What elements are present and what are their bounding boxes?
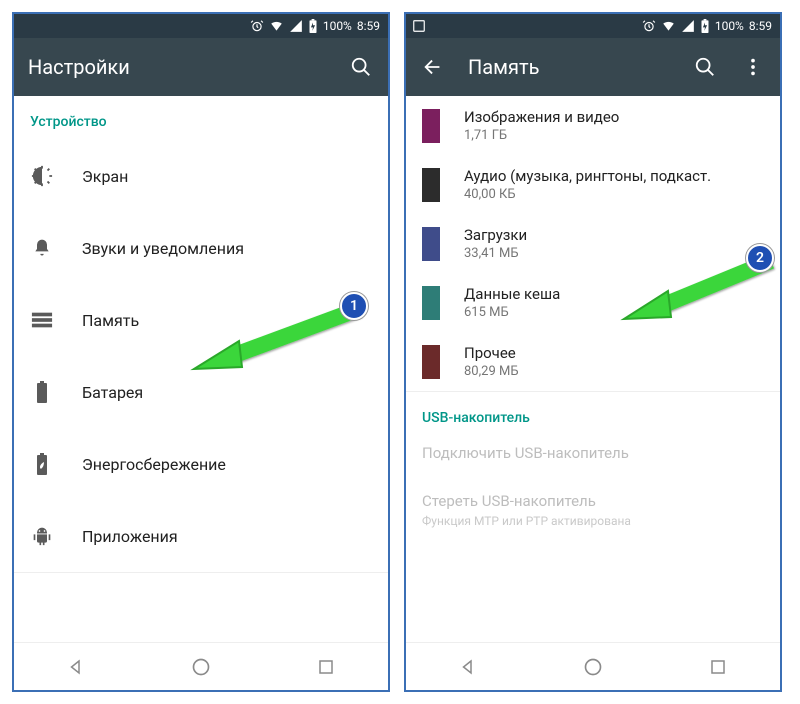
- row-storage[interactable]: Память: [14, 284, 388, 356]
- category-label: Данные кеша: [464, 285, 560, 303]
- row-power[interactable]: Энергосбережение: [14, 428, 388, 500]
- search-icon: [350, 56, 372, 78]
- category-label: Загрузки: [464, 226, 527, 244]
- signal-icon: [289, 19, 303, 33]
- nav-recent[interactable]: [707, 656, 729, 678]
- category-value: 1,71 ГБ: [464, 128, 619, 143]
- search-button[interactable]: [348, 54, 374, 80]
- status-bar: 100% 8:59: [406, 14, 780, 38]
- cat-audio[interactable]: Аудио (музыка, рингтоны, подкаст. 40,00 …: [406, 155, 780, 214]
- bell-icon: [30, 236, 54, 260]
- row-sound[interactable]: Звуки и уведомления: [14, 212, 388, 284]
- storage-list: Изображения и видео 1,71 ГБ Аудио (музык…: [406, 96, 780, 642]
- gallery-indicator-icon: [412, 19, 426, 33]
- nav-bar: [14, 642, 388, 690]
- nav-home[interactable]: [190, 656, 212, 678]
- page-title: Настройки: [28, 55, 326, 79]
- cat-images[interactable]: Изображения и видео 1,71 ГБ: [406, 96, 780, 155]
- category-value: 615 МБ: [464, 305, 560, 320]
- alarm-icon: [642, 19, 656, 33]
- row-label: Звуки и уведомления: [82, 239, 244, 258]
- row-apps[interactable]: Приложения: [14, 500, 388, 572]
- usb-note: Функция MTP или PTP активирована: [406, 514, 780, 528]
- storage-icon: [30, 308, 54, 332]
- annotation-badge: 1: [340, 292, 368, 320]
- row-label: Память: [82, 311, 139, 330]
- section-device: Устройство: [14, 96, 388, 140]
- nav-recent[interactable]: [315, 656, 337, 678]
- status-bar: 100% 8:59: [14, 14, 388, 38]
- clock: 8:59: [749, 19, 772, 33]
- overflow-button[interactable]: [740, 54, 766, 80]
- clock: 8:59: [357, 19, 380, 33]
- battery-icon: [30, 380, 54, 404]
- category-label: Аудио (музыка, рингтоны, подкаст.: [464, 167, 711, 185]
- color-swatch: [422, 227, 440, 261]
- color-swatch: [422, 109, 440, 143]
- nav-bar: [406, 642, 780, 690]
- nav-back[interactable]: [457, 656, 479, 678]
- row-display[interactable]: Экран: [14, 140, 388, 212]
- leaf-battery-icon: [30, 452, 54, 476]
- app-bar: Память: [406, 38, 780, 96]
- alarm-icon: [250, 19, 264, 33]
- category-value: 40,00 КБ: [464, 187, 711, 202]
- category-value: 33,41 МБ: [464, 246, 527, 261]
- battery-icon: [700, 19, 710, 33]
- category-value: 80,29 МБ: [464, 364, 519, 379]
- settings-screen: 100% 8:59 Настройки Устройство Экран Зву…: [12, 12, 390, 692]
- annotation-badge: 2: [746, 244, 774, 272]
- search-button[interactable]: [692, 54, 718, 80]
- search-icon: [694, 56, 716, 78]
- page-title: Память: [468, 55, 670, 79]
- cat-other[interactable]: Прочее 80,29 МБ: [406, 332, 780, 391]
- battery-pct: 100%: [715, 19, 744, 33]
- cat-cache[interactable]: Данные кеша 615 МБ: [406, 273, 780, 332]
- color-swatch: [422, 345, 440, 379]
- nav-back[interactable]: [65, 656, 87, 678]
- storage-screen: 100% 8:59 Память Изображения и видео 1,7…: [404, 12, 782, 692]
- usb-mount: Подключить USB-накопитель: [406, 432, 780, 474]
- signal-icon: [681, 19, 695, 33]
- arrow-back-icon: [422, 56, 444, 78]
- battery-pct: 100%: [323, 19, 352, 33]
- back-button[interactable]: [420, 54, 446, 80]
- wifi-icon: [661, 19, 676, 33]
- more-vert-icon: [742, 56, 764, 78]
- row-label: Приложения: [82, 527, 178, 546]
- row-label: Экран: [82, 167, 128, 186]
- row-label: Батарея: [82, 383, 143, 402]
- wifi-icon: [269, 19, 284, 33]
- android-icon: [30, 524, 54, 548]
- row-battery[interactable]: Батарея: [14, 356, 388, 428]
- section-usb: USB-накопитель: [406, 392, 780, 432]
- settings-list: Устройство Экран Звуки и уведомления Пам…: [14, 96, 388, 642]
- battery-icon: [308, 19, 318, 33]
- nav-home[interactable]: [582, 656, 604, 678]
- row-label: Энергосбережение: [82, 455, 226, 474]
- cat-downloads[interactable]: Загрузки 33,41 МБ: [406, 214, 780, 273]
- category-label: Прочее: [464, 344, 519, 362]
- category-label: Изображения и видео: [464, 108, 619, 126]
- color-swatch: [422, 168, 440, 202]
- brightness-icon: [30, 164, 54, 188]
- color-swatch: [422, 286, 440, 320]
- divider: [14, 572, 388, 573]
- app-bar: Настройки: [14, 38, 388, 96]
